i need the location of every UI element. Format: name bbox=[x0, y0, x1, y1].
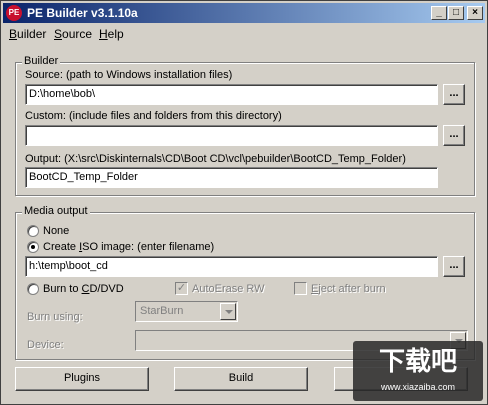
custom-label: Custom: (include files and folders from … bbox=[25, 110, 282, 122]
output-input[interactable]: BootCD_Temp_Folder bbox=[25, 167, 438, 188]
plugins-button[interactable]: Plugins bbox=[15, 367, 149, 391]
menu-builder[interactable]: Builder bbox=[9, 27, 46, 41]
custom-input[interactable] bbox=[25, 125, 438, 146]
iso-filename-input[interactable]: h:\temp\boot_cd bbox=[25, 256, 438, 277]
create-iso-radio[interactable] bbox=[27, 241, 39, 253]
source-input[interactable]: D:\home\bob\ bbox=[25, 84, 438, 105]
none-radio-label[interactable]: None bbox=[43, 225, 69, 237]
source-label: Source: (path to Windows installation fi… bbox=[25, 69, 233, 81]
burn-using-select[interactable]: StarBurn bbox=[135, 301, 238, 322]
minimize-button[interactable]: _ bbox=[431, 6, 447, 20]
app-icon: PE bbox=[6, 5, 22, 21]
output-label: Output: (X:\src\Diskinternals\CD\Boot CD… bbox=[25, 153, 406, 165]
menu-bar: Builder Source Help bbox=[3, 24, 485, 44]
burn-using-label: Burn using: bbox=[27, 311, 83, 323]
title-bar[interactable]: PE PE Builder v3.1.10a _ □ × bbox=[3, 3, 485, 23]
burn-using-value: StarBurn bbox=[140, 305, 184, 317]
media-output-group-title: Media output bbox=[22, 205, 90, 217]
create-iso-radio-label[interactable]: Create ISO image: (enter filename) bbox=[43, 241, 214, 253]
custom-browse-button[interactable]: ... bbox=[443, 125, 465, 146]
menu-help[interactable]: Help bbox=[99, 27, 124, 41]
menu-source[interactable]: Source bbox=[54, 27, 92, 41]
burn-cd-radio[interactable] bbox=[27, 283, 39, 295]
close-button[interactable]: × bbox=[467, 6, 483, 20]
window-title: PE Builder v3.1.10a bbox=[27, 6, 138, 20]
eject-label: Eject after burn bbox=[311, 283, 386, 295]
device-label: Device: bbox=[27, 339, 64, 351]
source-browse-button[interactable]: ... bbox=[443, 84, 465, 105]
iso-browse-button[interactable]: ... bbox=[443, 256, 465, 277]
burn-cd-radio-label[interactable]: Burn to CD/DVD bbox=[43, 283, 124, 295]
builder-group-title: Builder bbox=[22, 55, 61, 67]
autoerase-checkbox[interactable]: ✓ bbox=[175, 282, 188, 295]
autoerase-label: AutoErase RW bbox=[192, 283, 265, 295]
main-window: PE PE Builder v3.1.10a _ □ × Builder Sou… bbox=[0, 0, 488, 405]
none-radio[interactable] bbox=[27, 225, 39, 237]
maximize-button[interactable]: □ bbox=[448, 6, 464, 20]
eject-checkbox[interactable] bbox=[294, 282, 307, 295]
build-button[interactable]: Build bbox=[174, 367, 308, 391]
watermark-logo: 下载吧 www.xiazaiba.com bbox=[353, 341, 483, 401]
chevron-down-icon[interactable] bbox=[220, 303, 236, 320]
